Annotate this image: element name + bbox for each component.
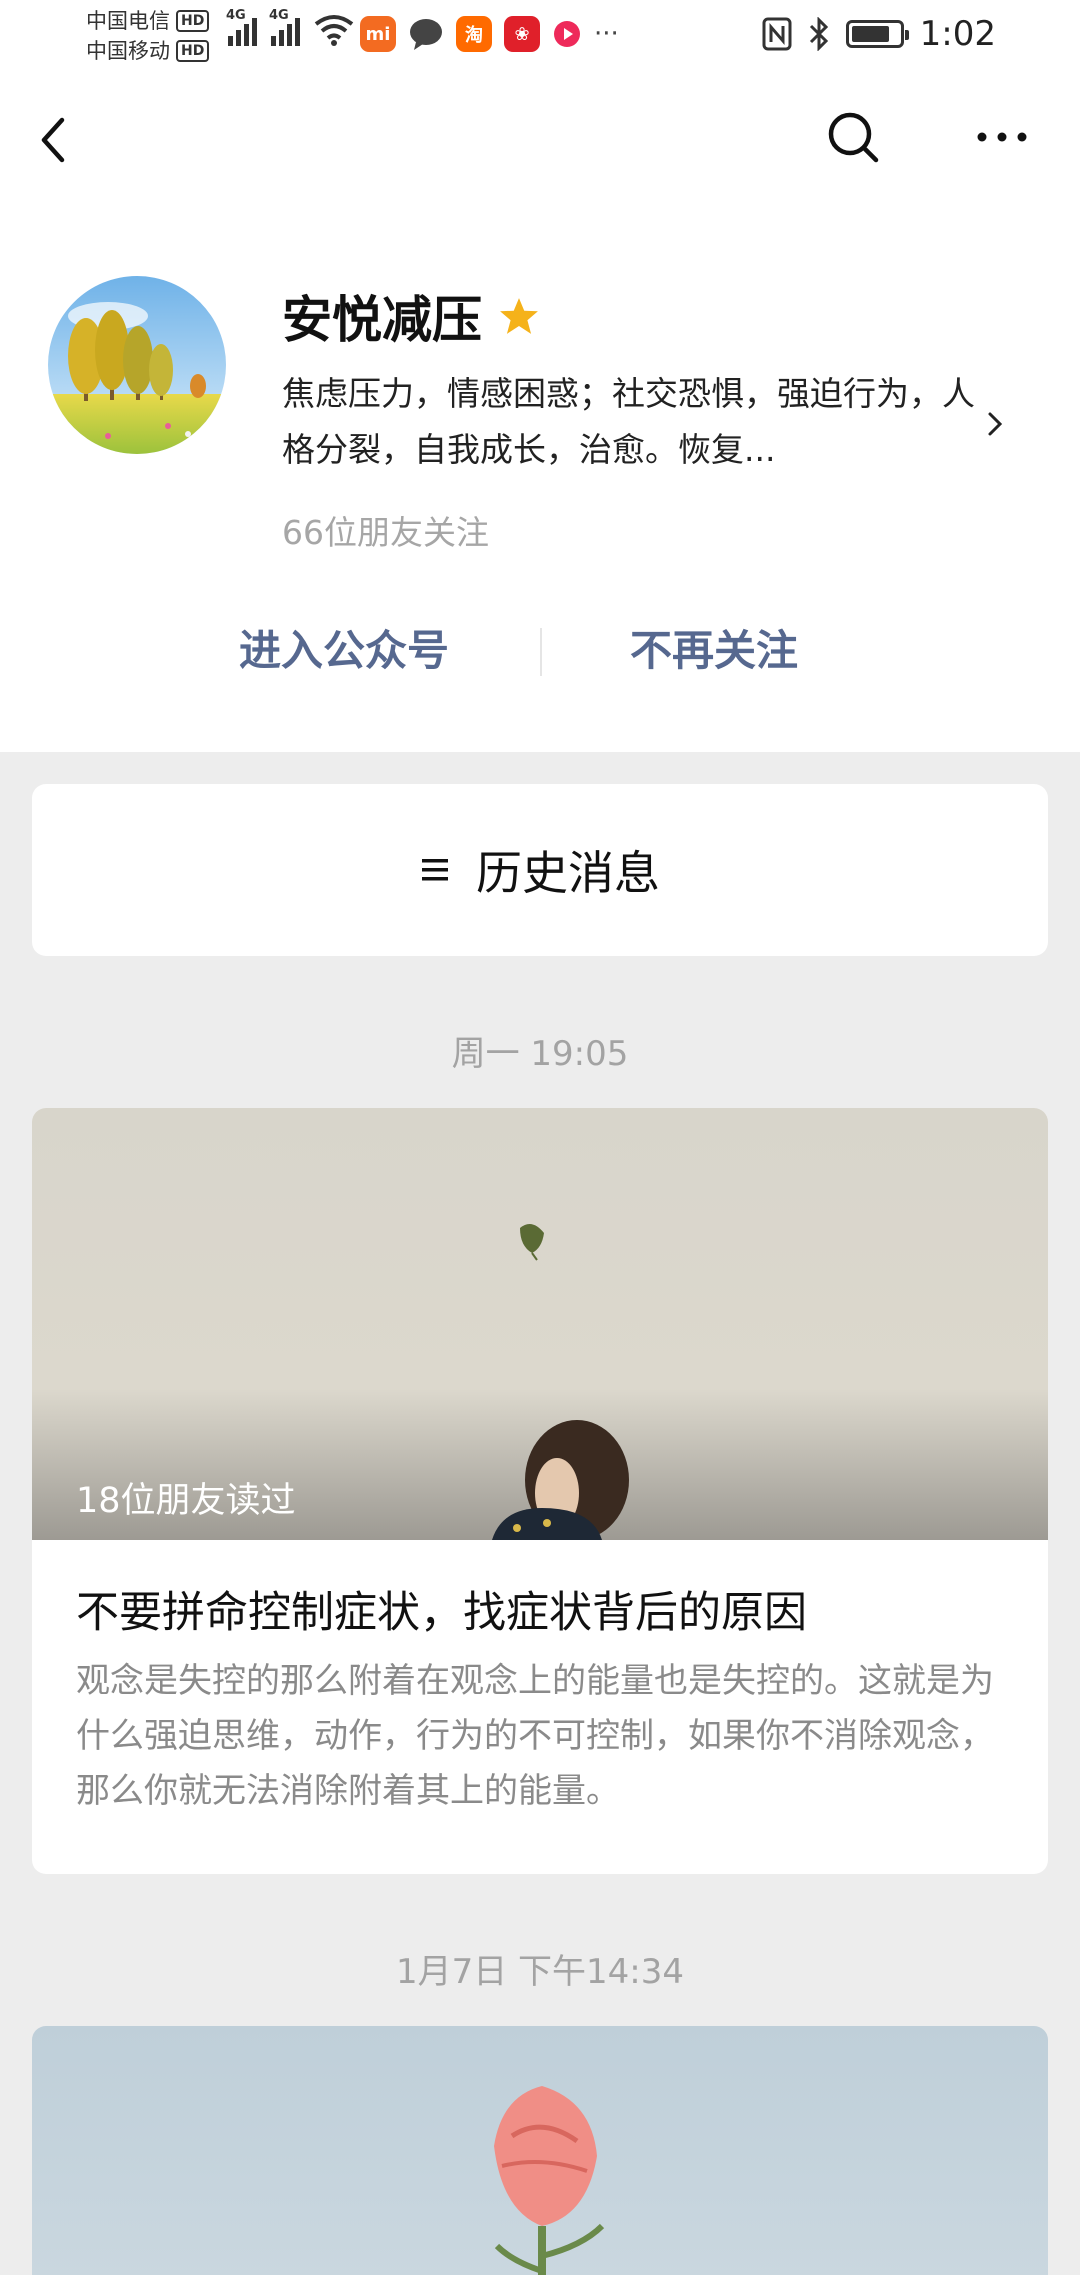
article-summary: 观念是失控的那么附着在观念上的能量也是失控的。这就是为什么强迫思维，动作，行为的… <box>76 1661 994 1811</box>
article-cover-image[interactable] <box>32 2026 1048 2275</box>
profile-actions: 进入公众号 不再关注 <box>0 606 1080 696</box>
avatar[interactable] <box>48 276 226 454</box>
read-count: 18位朋友读过 <box>76 1481 296 1521</box>
bluetooth-icon <box>809 17 828 51</box>
more-icon[interactable] <box>972 122 1032 152</box>
shopping-app-icon: ❀ <box>504 16 540 52</box>
message-timestamp: 1月7日 下午14:34 <box>395 1952 685 1992</box>
divider <box>540 628 542 676</box>
message-timestamp: 周一 19:05 <box>451 1034 629 1074</box>
message-icon <box>410 19 442 50</box>
nfc-icon <box>762 17 792 51</box>
network-type: 4G <box>226 8 246 23</box>
carrier-info: 中国电信 HD 中国移动 HD <box>86 6 210 66</box>
battery-icon <box>845 20 909 48</box>
account-name: 安悦减压 <box>282 291 482 349</box>
hd-badge: HD <box>176 10 210 32</box>
back-icon[interactable] <box>34 110 74 170</box>
signal-icon: 4G <box>226 8 257 46</box>
notification-icons: mi 淘 ❀ ··· <box>360 16 619 52</box>
account-profile: 安悦减压 焦虑压力，情感困惑；社交恐惧，强迫行为，人格分裂，自我成长，治愈。恢复… <box>0 206 1080 752</box>
article-title[interactable]: 不要拼命控制症状，找症状背后的原因 <box>76 1578 807 1640</box>
video-app-icon <box>554 21 580 47</box>
list-icon <box>422 859 448 881</box>
mi-app-icon: mi <box>360 16 396 52</box>
carrier-2: 中国移动 <box>86 39 170 63</box>
history-label: 历史消息 <box>476 846 660 900</box>
search-icon[interactable] <box>824 108 884 168</box>
nav-bar <box>0 70 1080 206</box>
signal-icon: 4G <box>269 8 300 46</box>
status-right: 1:02 <box>762 14 996 54</box>
chevron-right-icon[interactable] <box>984 406 1008 442</box>
followers-count[interactable]: 66位朋友关注 <box>282 506 489 554</box>
taobao-app-icon: 淘 <box>456 16 492 52</box>
signal-icons: 4G 4G <box>226 8 354 46</box>
hd-badge: HD <box>176 40 210 62</box>
network-type: 4G <box>269 8 289 23</box>
unfollow-button[interactable]: 不再关注 <box>564 606 864 696</box>
wifi-icon <box>314 15 354 46</box>
enter-account-button[interactable]: 进入公众号 <box>194 606 494 696</box>
article-card[interactable]: 18位朋友读过 不要拼命控制症状，找症状背后的原因 观念是失控的那么附着在观念上… <box>32 1108 1048 1874</box>
history-messages-button[interactable]: 历史消息 <box>32 784 1048 956</box>
status-bar: 中国电信 HD 中国移动 HD 4G 4G mi 淘 ❀ ··· 1:02 <box>0 0 1080 70</box>
star-icon <box>500 298 538 334</box>
clock: 1:02 <box>919 14 996 54</box>
account-description[interactable]: 焦虑压力，情感困惑；社交恐惧，强迫行为，人格分裂，自我成长，治愈。恢复... <box>282 366 982 478</box>
carrier-1: 中国电信 <box>86 9 170 33</box>
more-notifications-icon: ··· <box>594 19 619 49</box>
